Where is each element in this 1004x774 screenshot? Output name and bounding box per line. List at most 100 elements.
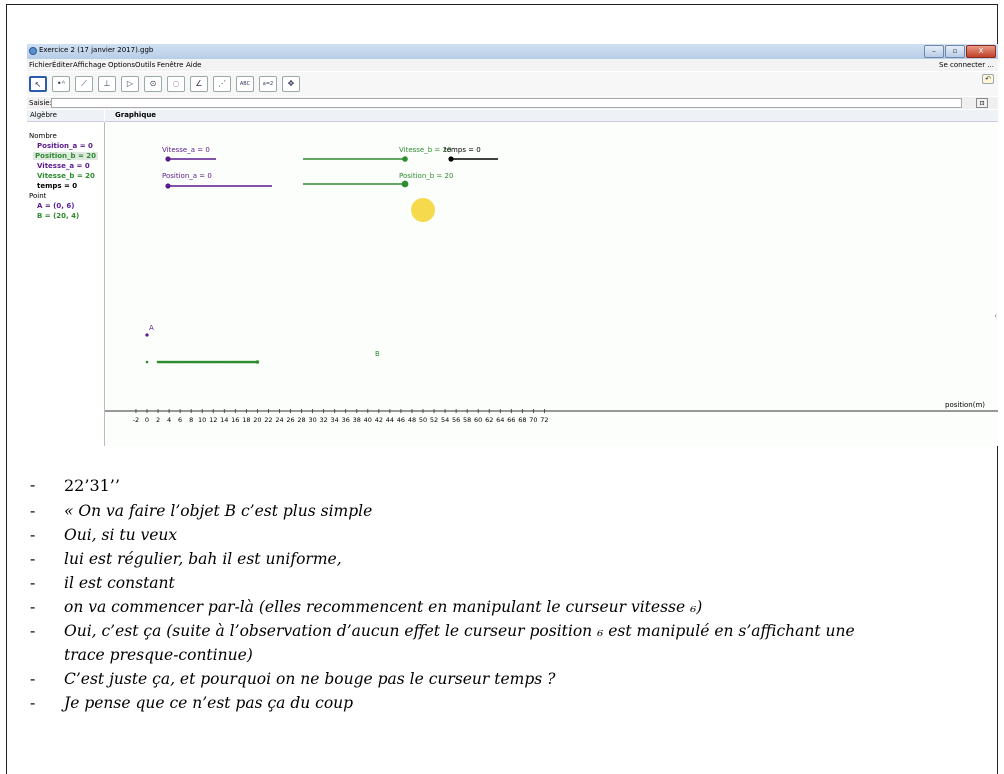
category-point[interactable]: Point: [29, 192, 46, 200]
undo-icon[interactable]: ↶: [982, 74, 994, 84]
x-tick-label: 58: [463, 416, 471, 424]
x-tick-label: 68: [518, 416, 526, 424]
x-tick-label: 28: [297, 416, 305, 424]
x-tick-label: 64: [496, 416, 504, 424]
menu-outils[interactable]: Outils: [135, 61, 155, 69]
algebra-item-vitesse-a[interactable]: Vitesse_a = 0: [37, 162, 90, 170]
close-button[interactable]: X: [966, 45, 996, 58]
x-tick-label: 10: [198, 416, 206, 424]
algebra-item-temps[interactable]: temps = 0: [37, 182, 77, 190]
x-tick-label: 30: [308, 416, 316, 424]
perpendicular-tool-icon[interactable]: ⊥: [98, 76, 116, 92]
x-tick-label: 52: [430, 416, 438, 424]
conic-tool-icon[interactable]: ◌: [167, 76, 185, 92]
x-tick-label: 54: [441, 416, 449, 424]
slider-handle-position-b[interactable]: [401, 180, 409, 188]
x-tick-label: 62: [485, 416, 493, 424]
x-tick-label: 44: [386, 416, 394, 424]
maximize-button[interactable]: ▫: [945, 45, 965, 58]
x-tick-label: 36: [342, 416, 350, 424]
category-nombre[interactable]: Nombre: [29, 132, 57, 140]
x-tick-label: -2: [133, 416, 139, 424]
x-tick-label: 66: [507, 416, 515, 424]
x-tick-label: 46: [397, 416, 405, 424]
algebra-item-point-a[interactable]: A = (0, 6): [37, 202, 74, 210]
algebra-title[interactable]: Algèbre: [30, 111, 57, 119]
slider-handle-vitesse-a[interactable]: [165, 156, 171, 162]
graphics-view[interactable]: Vitesse_a = 0 Position_a = 0 Vitesse_b =…: [105, 122, 998, 446]
x-tick-label: 40: [364, 416, 372, 424]
slider-handle-position-a[interactable]: [165, 183, 171, 189]
menu-affichage[interactable]: Affichage: [73, 61, 106, 69]
slider-label-position-a: Position_a = 0: [162, 172, 212, 180]
algebra-item-vitesse-b[interactable]: Vitesse_b = 20: [37, 172, 95, 180]
slider-label-position-b: Position_b = 20: [399, 172, 453, 180]
x-tick-label: 32: [319, 416, 327, 424]
collapse-arrow-icon[interactable]: ‹: [994, 312, 997, 320]
x-tick-label: 56: [452, 416, 460, 424]
point-tool-icon[interactable]: •ᴬ: [52, 76, 70, 92]
window-titlebar: Exercice 2 (17 janvier 2017).ggb – ▫ X: [27, 44, 998, 59]
algebra-header: Algèbre: [27, 110, 104, 122]
trace-point: [145, 360, 149, 364]
x-tick-label: 50: [419, 416, 427, 424]
x-tick-label: 2: [156, 416, 160, 424]
input-field[interactable]: [51, 98, 962, 108]
slider-handle-temps[interactable]: [448, 156, 454, 162]
x-tick-label: 70: [529, 416, 537, 424]
minimize-button[interactable]: –: [924, 45, 944, 58]
input-label: Saisie:: [29, 99, 52, 107]
x-tick-label: 34: [331, 416, 339, 424]
x-tick-label: 26: [286, 416, 294, 424]
x-tick-label: 60: [474, 416, 482, 424]
move-tool-icon[interactable]: ↖: [29, 76, 47, 92]
x-tick-label: 4: [167, 416, 171, 424]
graphics-title[interactable]: Graphique: [115, 111, 156, 119]
angle-tool-icon[interactable]: ∠: [190, 76, 208, 92]
point-a-label: A: [149, 324, 154, 332]
x-tick-label: 48: [408, 416, 416, 424]
x-tick-label: 6: [178, 416, 182, 424]
point-b-trace: [145, 360, 260, 364]
line-tool-icon[interactable]: ⟋: [75, 76, 93, 92]
geogebra-screenshot: Exercice 2 (17 janvier 2017).ggb – ▫ X F…: [27, 44, 998, 446]
slider-handle-vitesse-b[interactable]: [402, 156, 408, 162]
connect-link[interactable]: Se connecter ...: [939, 61, 994, 69]
toolbar: ↖ •ᴬ ⟋ ⊥ ▷ ⊙ ◌ ∠ ⋰ ABC a=2 ✥ ↶: [27, 72, 998, 96]
menu-editer[interactable]: Éditer: [52, 61, 73, 69]
menu-fenetre[interactable]: Fenêtre: [157, 61, 183, 69]
polygon-tool-icon[interactable]: ▷: [121, 76, 139, 92]
x-tick-label: 22: [264, 416, 272, 424]
x-tick-label: 0: [145, 416, 149, 424]
slider-label-vitesse-a: Vitesse_a = 0: [162, 146, 210, 154]
x-tick-label: 12: [209, 416, 217, 424]
reflect-tool-icon[interactable]: ⋰: [213, 76, 231, 92]
menu-fichier[interactable]: Fichier: [29, 61, 52, 69]
algebra-view: Nombre Position_a = 0 Position_b = 20 Vi…: [27, 122, 105, 446]
geogebra-app-icon: [29, 47, 37, 55]
menu-aide[interactable]: Aide: [186, 61, 201, 69]
input-help-icon[interactable]: ⊡: [976, 98, 988, 108]
x-tick-label: 72: [540, 416, 548, 424]
move-view-tool-icon[interactable]: ✥: [282, 76, 300, 92]
x-axis-label: position(m): [945, 401, 985, 409]
algebra-item-position-a[interactable]: Position_a = 0: [37, 142, 93, 150]
algebra-item-position-b[interactable]: Position_b = 20: [33, 152, 99, 160]
text-tool-icon[interactable]: ABC: [236, 76, 254, 92]
x-tick-label: 38: [353, 416, 361, 424]
x-tick-label: 42: [375, 416, 383, 424]
x-tick-label: 20: [253, 416, 261, 424]
menu-options[interactable]: Options: [108, 61, 135, 69]
point-b-label: B: [375, 350, 380, 358]
algebra-item-point-b[interactable]: B = (20, 4): [37, 212, 79, 220]
graphics-header: Graphique: [105, 110, 998, 122]
circle-tool-icon[interactable]: ⊙: [144, 76, 162, 92]
window-title: Exercice 2 (17 janvier 2017).ggb: [39, 46, 154, 54]
slider-tool-icon[interactable]: a=2: [259, 76, 277, 92]
x-tick-label: 18: [242, 416, 250, 424]
point-a[interactable]: [145, 333, 149, 337]
x-tick-label: 8: [189, 416, 193, 424]
menu-bar: Fichier Éditer Affichage Options Outils …: [27, 59, 998, 71]
x-tick-label: 16: [231, 416, 239, 424]
x-tick-label: 24: [275, 416, 283, 424]
